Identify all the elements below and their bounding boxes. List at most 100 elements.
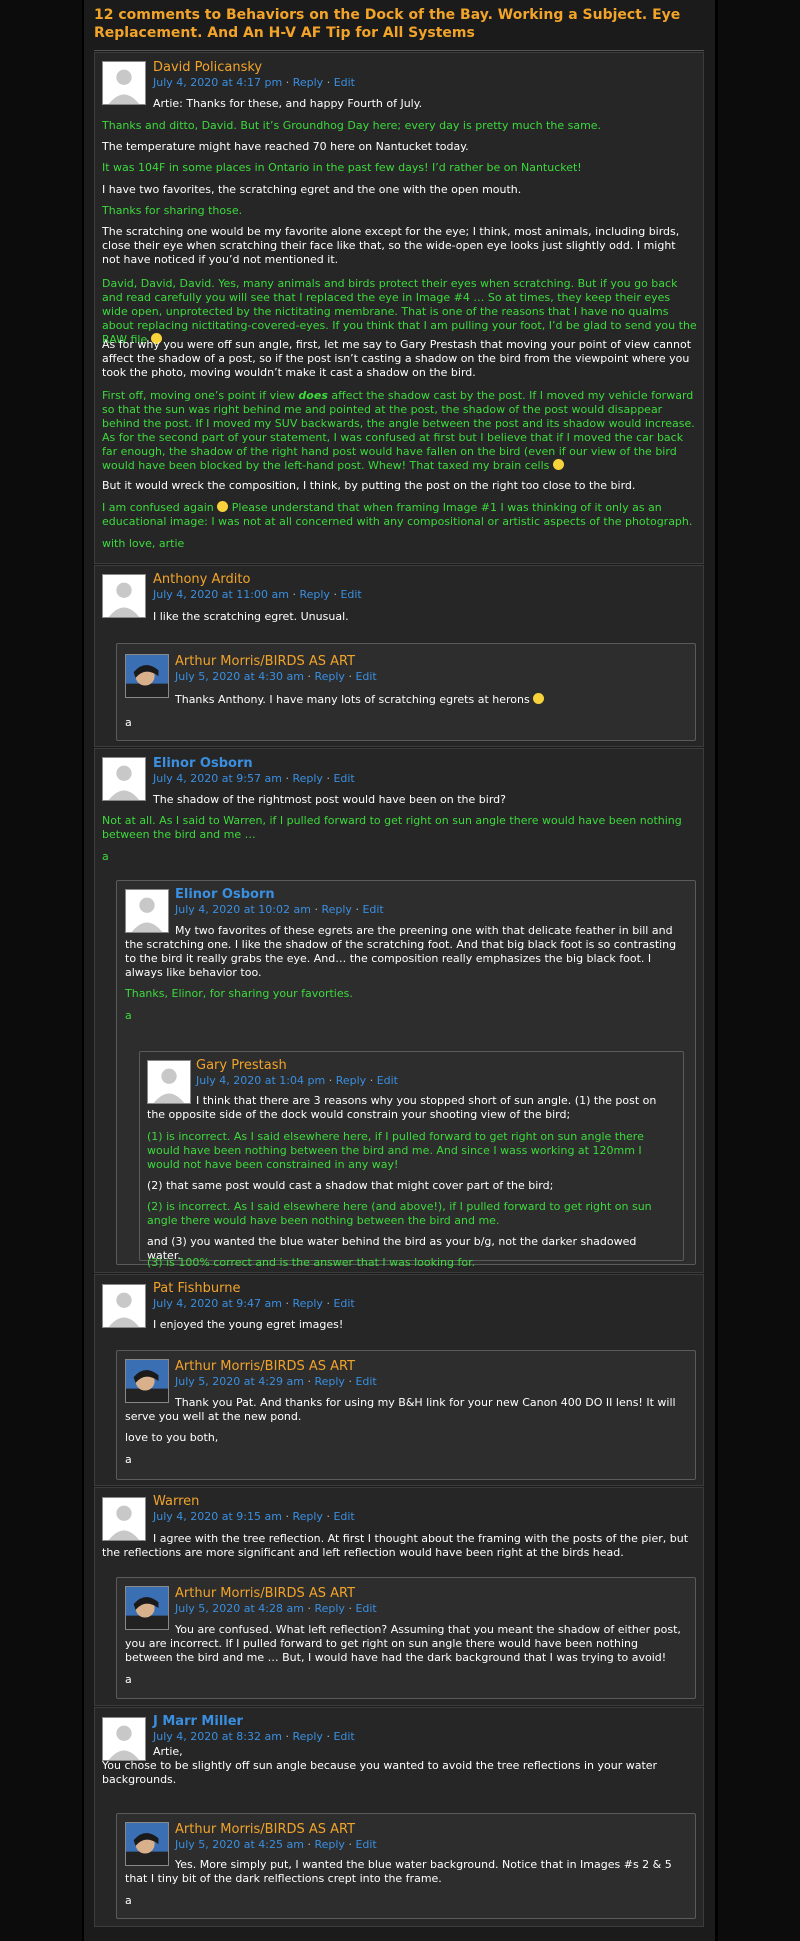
edit-link[interactable]: Edit (355, 1838, 376, 1851)
edit-link[interactable]: Edit (355, 1602, 376, 1615)
reply-text: You are confused. What left reflection? … (125, 1623, 681, 1664)
reply-text: Not at all. As I said to Warren, if I pu… (102, 814, 682, 841)
reply-text: Thanks and ditto, David. But it’s Ground… (102, 119, 602, 132)
comment-date-link[interactable]: July 4, 2020 at 8:32 am (153, 1730, 282, 1743)
reply-link[interactable]: Reply (299, 588, 329, 601)
separator: · (285, 1297, 289, 1310)
reply-author[interactable]: Elinor Osborn (175, 887, 275, 903)
separator: · (328, 1074, 333, 1087)
emphasis: does (298, 389, 328, 402)
reply-meta: July 5, 2020 at 4:28 am · Reply · Edit (175, 1602, 377, 1616)
reply-text-body: Thanks Anthony. I have many lots of scra… (175, 693, 530, 706)
comment-date-link[interactable]: July 4, 2020 at 9:57 am (153, 772, 282, 785)
reply-link[interactable]: Reply (292, 1297, 322, 1310)
reply-date-link[interactable]: July 5, 2020 at 4:30 am (175, 670, 304, 683)
comment-date-link[interactable]: July 4, 2020 at 9:15 am (153, 1510, 282, 1523)
separator: · (314, 903, 318, 916)
avatar[interactable] (102, 61, 146, 105)
comment: J Marr Miller July 4, 2020 at 8:32 am · … (94, 1707, 704, 1927)
divider (94, 50, 704, 51)
edit-link[interactable]: Edit (333, 772, 354, 785)
reply-link[interactable]: Reply (292, 772, 322, 785)
comment-meta: July 4, 2020 at 9:47 am · Reply · Edit (153, 1297, 355, 1311)
default-avatar-icon (103, 575, 145, 617)
reply-author[interactable]: Arthur Morris/BIRDS AS ART (175, 654, 355, 670)
separator: · (285, 76, 290, 89)
reply-author[interactable]: Arthur Morris/BIRDS AS ART (175, 1822, 355, 1838)
nested-reply: Arthur Morris/BIRDS AS ART July 5, 2020 … (116, 1577, 696, 1699)
reply-date-link[interactable]: July 4, 2020 at 1:04 pm (196, 1074, 325, 1087)
reply-text-part: I am confused again (102, 501, 214, 514)
reply-text: a (125, 716, 132, 729)
reply-date-link[interactable]: July 5, 2020 at 4:29 am (175, 1375, 304, 1388)
reply-author[interactable]: Arthur Morris/BIRDS AS ART (175, 1359, 355, 1375)
avatar[interactable] (102, 1717, 146, 1761)
edit-link[interactable]: Edit (362, 903, 383, 916)
edit-link[interactable]: Edit (333, 1730, 354, 1743)
reply-link[interactable]: Reply (293, 76, 323, 89)
reply-link[interactable]: Reply (314, 1602, 344, 1615)
comment-text: I like the scratching egret. Unusual. (153, 610, 349, 623)
reply-text: Thanks Anthony. I have many lots of scra… (175, 693, 685, 707)
reply-link[interactable]: Reply (336, 1074, 366, 1087)
comment-author[interactable]: J Marr Miller (153, 1714, 243, 1730)
default-avatar-icon (103, 1718, 145, 1760)
reply-text: It was 104F in some places in Ontario in… (102, 161, 582, 174)
edit-link[interactable]: Edit (333, 1510, 354, 1523)
reply-link[interactable]: Reply (314, 670, 344, 683)
separator: · (355, 903, 359, 916)
reply-date-link[interactable]: July 5, 2020 at 4:25 am (175, 1838, 304, 1851)
separator: · (285, 772, 289, 785)
separator: · (292, 588, 296, 601)
comment-text: As for why you were off sun angle, first… (102, 338, 692, 379)
reply-author[interactable]: Gary Prestash (196, 1058, 287, 1074)
reply-link[interactable]: Reply (314, 1375, 344, 1388)
reply-text: (2) is incorrect. As I said elsewhere he… (147, 1200, 652, 1227)
reply-link[interactable]: Reply (292, 1510, 322, 1523)
comment-author[interactable]: David Policansky (153, 60, 262, 76)
page-margin-right (718, 0, 800, 1941)
comment: Anthony Ardito July 4, 2020 at 11:00 am … (94, 565, 704, 747)
edit-link[interactable]: Edit (333, 1297, 354, 1310)
comment-date-link[interactable]: July 4, 2020 at 4:17 pm (153, 76, 282, 89)
separator: · (348, 1602, 352, 1615)
reply-link[interactable]: Reply (314, 1838, 344, 1851)
reply-text: (2) that same post would cast a shadow t… (147, 1179, 554, 1192)
comment: David Policansky July 4, 2020 at 4:17 pm… (94, 52, 704, 564)
edit-link[interactable]: Edit (340, 588, 361, 601)
reply-date-link[interactable]: July 4, 2020 at 10:02 am (175, 903, 311, 916)
reply-text: a (125, 1453, 132, 1466)
reply-author[interactable]: Arthur Morris/BIRDS AS ART (175, 1586, 355, 1602)
comment-author[interactable]: Anthony Ardito (153, 572, 250, 588)
avatar[interactable] (125, 654, 169, 698)
reply-text: Thank you Pat. And thanks for using my B… (125, 1396, 676, 1423)
reply-text: a (125, 1009, 132, 1022)
comment-meta: July 4, 2020 at 4:17 pm · Reply · Edit (153, 76, 355, 90)
edit-link[interactable]: Edit (355, 1375, 376, 1388)
reply-text: with love, artie (102, 537, 185, 550)
reply-text: Thanks for sharing those. (102, 204, 243, 217)
comment: Pat Fishburne July 4, 2020 at 9:47 am · … (94, 1274, 704, 1486)
separator: · (307, 1375, 311, 1388)
comment-date-link[interactable]: July 4, 2020 at 9:47 am (153, 1297, 282, 1310)
reply-date-link[interactable]: July 5, 2020 at 4:28 am (175, 1602, 304, 1615)
reply-text: David, David, David. Yes, many animals a… (102, 277, 697, 347)
smiley-icon (533, 693, 545, 704)
comment-date-link[interactable]: July 4, 2020 at 11:00 am (153, 588, 289, 601)
avatar[interactable] (102, 1284, 146, 1328)
edit-link[interactable]: Edit (334, 76, 355, 89)
avatar[interactable] (102, 574, 146, 618)
comment-text: The scratching one would be my favorite … (102, 225, 680, 266)
comment-text: The temperature might have reached 70 he… (102, 140, 469, 153)
edit-link[interactable]: Edit (355, 670, 376, 683)
avatar[interactable] (102, 757, 146, 801)
comment-author[interactable]: Warren (153, 1494, 199, 1510)
reply-link[interactable]: Reply (321, 903, 351, 916)
comment-author[interactable]: Elinor Osborn (153, 756, 253, 772)
comment-author[interactable]: Pat Fishburne (153, 1281, 240, 1297)
separator: · (369, 1074, 374, 1087)
edit-link[interactable]: Edit (377, 1074, 398, 1087)
smiley-icon (217, 501, 229, 512)
reply-link[interactable]: Reply (292, 1730, 322, 1743)
separator: · (307, 1838, 311, 1851)
